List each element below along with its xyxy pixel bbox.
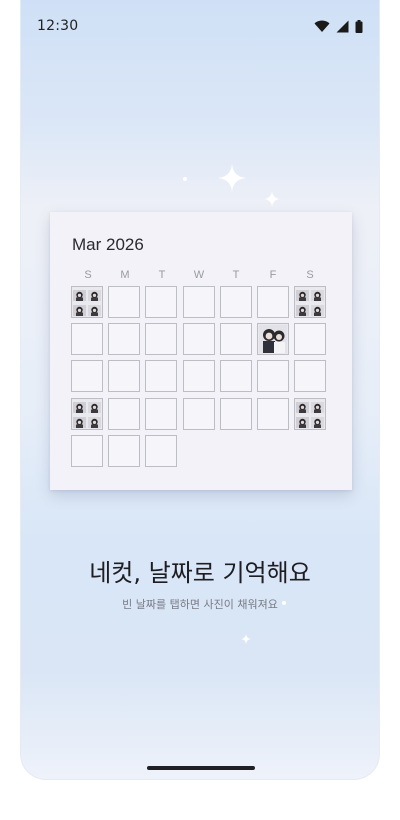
photo-thumbnail <box>73 303 86 316</box>
photo-thumbnail <box>88 288 101 301</box>
calendar-day-photo[interactable] <box>71 286 103 318</box>
calendar-day-cell[interactable] <box>108 397 141 430</box>
photo-thumbnail <box>311 400 325 413</box>
photo-thumbnail <box>311 288 325 301</box>
status-icons <box>314 19 363 33</box>
sparkle-small-icon <box>183 177 187 181</box>
calendar-month-title: Mar 2026 <box>72 235 144 254</box>
battery-icon <box>355 19 363 33</box>
calendar-day-cell[interactable] <box>145 434 178 467</box>
calendar-day-cell[interactable] <box>294 360 327 393</box>
photo-thumbnail <box>296 415 310 428</box>
calendar-day-cell[interactable] <box>257 397 289 430</box>
sparkle-medium-icon <box>264 191 280 207</box>
calendar-day-cell[interactable] <box>108 360 141 393</box>
calendar-day-cell[interactable] <box>294 323 327 356</box>
wifi-icon <box>314 20 330 32</box>
weekday-label: T <box>158 269 166 281</box>
photo-thumbnail <box>296 303 310 316</box>
calendar-day-cell[interactable] <box>219 360 252 393</box>
weekday-label: S <box>306 269 314 281</box>
calendar-day-cell[interactable] <box>108 434 141 467</box>
calendar-day-cell[interactable] <box>145 397 178 430</box>
weekday-label: W <box>193 269 205 281</box>
calendar-day-cell[interactable] <box>182 286 215 318</box>
calendar-day-cell[interactable] <box>108 323 141 356</box>
calendar-day-cell[interactable] <box>71 360 103 393</box>
photo-thumbnail <box>296 288 310 301</box>
status-time: 12:30 <box>37 18 79 34</box>
home-indicator[interactable] <box>147 766 255 770</box>
calendar-day-cell[interactable] <box>257 286 289 318</box>
photo-thumbnail <box>73 288 86 301</box>
photo-thumbnail <box>296 400 310 413</box>
calendar-day-cell[interactable] <box>257 360 289 393</box>
signal-icon <box>336 20 349 32</box>
calendar-day-cell[interactable] <box>145 323 178 356</box>
calendar-day-cell[interactable] <box>145 286 178 318</box>
photo-thumbnail <box>311 415 325 428</box>
photo-thumbnail <box>88 400 101 413</box>
calendar-day-photo[interactable] <box>294 286 327 318</box>
calendar-preview-card: Mar 2026 S M T W T F S <box>50 212 352 490</box>
sparkle-small-icon <box>241 634 251 644</box>
calendar-day-cell[interactable] <box>182 360 215 393</box>
calendar-day-cell[interactable] <box>71 323 103 356</box>
calendar-day-cell[interactable] <box>219 286 252 318</box>
phone-screen: 12:30 Mar 2026 S M T W T F S 네컷, 날짜로 기억해… <box>20 0 380 780</box>
weekday-label: M <box>120 269 130 281</box>
photo-thumbnail <box>88 415 101 428</box>
calendar-day-cell[interactable] <box>145 360 178 393</box>
calendar-day-photo[interactable] <box>294 397 327 430</box>
onboarding-headline: 네컷, 날짜로 기억해요 <box>89 559 311 587</box>
calendar-day-photo[interactable] <box>257 323 289 356</box>
calendar-day-cell[interactable] <box>219 323 252 356</box>
photo-thumbnail <box>73 415 86 428</box>
calendar-day-cell[interactable] <box>108 286 141 318</box>
status-bar: 12:30 <box>37 12 363 40</box>
sparkle-large-icon <box>218 164 246 192</box>
weekday-label: T <box>232 269 240 281</box>
photo-thumbnail <box>311 303 325 316</box>
photo-thumbnail <box>259 325 287 354</box>
photo-thumbnail <box>73 400 86 413</box>
photo-thumbnail <box>88 303 101 316</box>
calendar-day-cell[interactable] <box>182 397 215 430</box>
calendar-day-cell[interactable] <box>219 397 252 430</box>
weekday-label: F <box>269 269 277 281</box>
calendar-day-cell[interactable] <box>182 323 215 356</box>
calendar-day-cell[interactable] <box>71 434 103 467</box>
calendar-day-photo[interactable] <box>71 397 103 430</box>
weekday-label: S <box>84 269 92 281</box>
onboarding-subline: 빈 날짜를 탭하면 사진이 채워져요 <box>122 598 278 611</box>
